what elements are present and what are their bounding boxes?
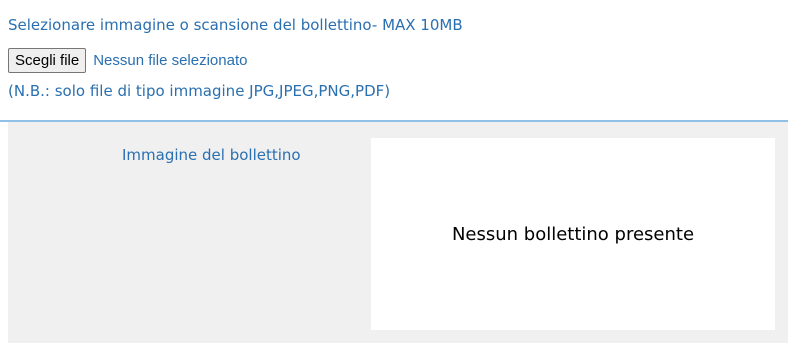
file-status-text: Nessun file selezionato <box>93 51 248 69</box>
upload-section: Selezionare immagine o scansione del bol… <box>0 0 788 120</box>
file-input[interactable]: Scegli file Nessun file selezionato <box>8 47 247 73</box>
file-type-note: (N.B.: solo file di tipo immagine JPG,JP… <box>8 82 391 100</box>
preview-box: Nessun bollettino presente <box>371 138 775 330</box>
preview-empty-message: Nessun bollettino presente <box>451 223 695 245</box>
preview-label: Immagine del bollettino <box>122 146 301 164</box>
choose-file-button[interactable]: Scegli file <box>8 47 87 73</box>
preview-section: Immagine del bollettino Nessun bollettin… <box>8 122 788 343</box>
upload-title: Selezionare immagine o scansione del bol… <box>8 16 463 34</box>
